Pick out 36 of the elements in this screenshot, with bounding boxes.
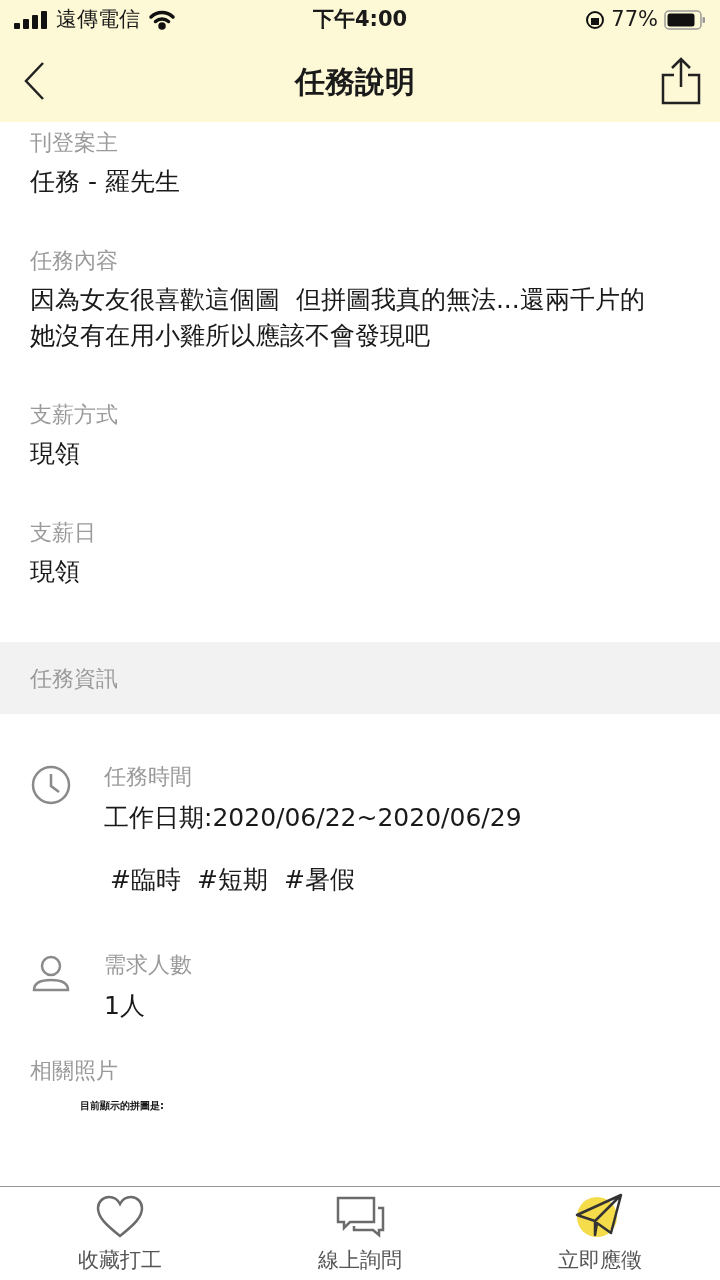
battery-percent: 77%	[611, 6, 658, 34]
page-title: 任務說明	[295, 62, 415, 101]
tab-bar-item[interactable]: 立即應徵	[480, 1187, 720, 1280]
field-label: 刊登案主	[30, 129, 119, 157]
heart-icon	[95, 1194, 145, 1239]
section-title: 任務資訊	[30, 664, 118, 693]
info-label: 任務時間	[104, 763, 193, 791]
field-label: 支薪方式	[30, 401, 119, 429]
clock-icon	[30, 764, 72, 806]
photo-caption: 目前顯示的拼圖是:	[80, 1099, 165, 1113]
tab-bar-item[interactable]: 收藏打工	[0, 1187, 240, 1280]
carrier-name: 遠傳電信	[56, 6, 140, 34]
wifi-icon	[148, 10, 176, 30]
info-value: 工作日期:2020/06/22~2020/06/29	[104, 802, 522, 834]
status-time: 下午4:00	[312, 6, 408, 34]
field-value: 現領	[30, 438, 81, 470]
info-value: 1人	[104, 990, 146, 1022]
photos-label: 相關照片	[30, 1057, 119, 1085]
field-value: 她沒有在用小雞所以應該不會發現吧	[30, 320, 431, 352]
share-icon	[661, 57, 701, 105]
tag[interactable]: #臨時	[110, 862, 181, 898]
field-label: 支薪日	[30, 519, 97, 547]
tag[interactable]: #暑假	[283, 862, 355, 898]
chat-icon	[334, 1194, 386, 1239]
battery-icon	[664, 10, 706, 30]
field-label: 任務內容	[30, 247, 119, 275]
tab-bar-item[interactable]: 線上詢問	[240, 1187, 480, 1280]
field-value: 現領	[30, 556, 81, 588]
signal-icon	[14, 11, 48, 29]
rotation-lock-icon	[585, 10, 606, 30]
back-icon	[23, 61, 45, 101]
tag[interactable]: #短期	[196, 862, 268, 898]
info-label: 需求人數	[104, 951, 192, 979]
field-value: 因為女友很喜歡這個圖 但拼圖我真的無法...還兩千片的	[30, 284, 646, 316]
field-value: 任務 - 羅先生	[30, 166, 181, 198]
paper-plane-icon	[575, 1192, 625, 1239]
